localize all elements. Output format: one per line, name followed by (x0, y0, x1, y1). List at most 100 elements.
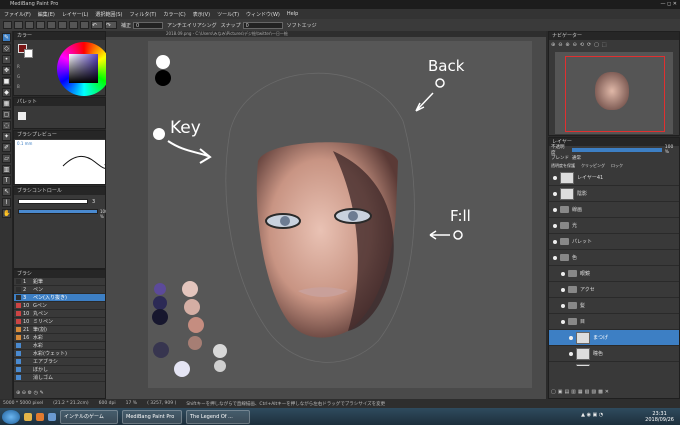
menu-help[interactable]: Help (287, 11, 298, 17)
eye-icon[interactable] (561, 303, 565, 308)
grid-button[interactable] (58, 21, 67, 29)
eye-icon[interactable] (561, 319, 565, 324)
gradient-tool-icon[interactable]: ▦ (2, 99, 11, 108)
eye-icon[interactable] (569, 335, 573, 340)
brush-list-item[interactable]: 3 ペン(入り抜き) (14, 294, 105, 302)
share-button[interactable] (47, 21, 56, 29)
move-tool-icon[interactable]: ✥ (2, 66, 11, 75)
redo-button[interactable]: ↷ (105, 21, 117, 29)
snap-select[interactable]: 0 (242, 21, 283, 29)
bucket-tool-icon[interactable]: ◆ (2, 88, 11, 97)
new-file-button[interactable] (3, 21, 12, 29)
files-icon[interactable] (48, 412, 56, 421)
layer-row[interactable]: 瞳色 (549, 346, 679, 362)
brush-list-item[interactable]: ぼかし (14, 366, 105, 374)
brush-list-item[interactable]: 水彩(ウェット) (14, 350, 105, 358)
layer-row[interactable]: アクセ (549, 282, 679, 298)
window-controls[interactable]: — ◻ ✕ (660, 1, 677, 7)
brush-list-item[interactable]: エアブラシ (14, 358, 105, 366)
select-pen-tool-icon[interactable]: ✐ (2, 143, 11, 152)
menu-tool[interactable]: ツール(T) (217, 11, 239, 18)
brush-list-item[interactable]: 10 丸ペン (14, 310, 105, 318)
palette-swatch[interactable] (18, 112, 26, 120)
fill-rect-tool-icon[interactable]: ■ (2, 77, 11, 86)
menu-filter[interactable]: フィルタ(T) (129, 11, 156, 18)
navigator-toolbar[interactable]: ⊕⊖⊕⊖⟲⟳▢⬚ (551, 42, 676, 50)
taskbar-item-medibang[interactable]: MediBang Paint Pro (122, 409, 182, 424)
brush-size-slider[interactable] (18, 199, 88, 204)
color-square[interactable] (69, 54, 98, 83)
drawing-canvas[interactable]: Key Back F:ll (148, 41, 532, 388)
clock[interactable]: 23:31 2018/09/26 (645, 411, 674, 423)
layer-row[interactable]: 黒色 (549, 362, 679, 366)
divide-tool-icon[interactable]: ▥ (2, 165, 11, 174)
layer-row[interactable]: パレット (549, 234, 679, 250)
brush-list-item[interactable]: 1 鉛筆 (14, 278, 105, 286)
layer-row[interactable]: 髪 (549, 298, 679, 314)
softedge-checkbox[interactable]: ソフトエッジ (287, 22, 317, 29)
layer-row[interactable]: 光 (549, 218, 679, 234)
lock-checkbox[interactable]: ロック (611, 163, 623, 169)
lasso-tool-icon[interactable]: ◌ (2, 121, 11, 130)
save-button[interactable] (25, 21, 34, 29)
layer-row[interactable]: 色 (549, 250, 679, 266)
tray-icons[interactable]: ▲ ◉ ▣ ◔ (581, 412, 641, 422)
eye-icon[interactable] (553, 223, 557, 228)
eye-icon[interactable] (553, 175, 557, 180)
open-button[interactable] (14, 21, 23, 29)
snap-off-button[interactable] (69, 21, 78, 29)
eye-icon[interactable] (561, 287, 565, 292)
taskbar-item-intel[interactable]: インテルのゲーム (60, 409, 118, 424)
brush-list-item[interactable]: 21 筆(割) (14, 326, 105, 334)
eye-icon[interactable] (553, 191, 557, 196)
menu-color[interactable]: カラー(C) (163, 11, 185, 18)
brush-list-item[interactable]: 10 ミリペン (14, 318, 105, 326)
eyedropper-tool-icon[interactable]: ⌇ (2, 198, 11, 207)
magic-wand-tool-icon[interactable]: ✦ (2, 132, 11, 141)
media-player-icon[interactable] (36, 412, 44, 421)
rgb-sliders[interactable]: RGB (17, 62, 39, 92)
taskbar-item-legend[interactable]: The Legend Of ... (186, 409, 250, 424)
select-eraser-tool-icon[interactable]: ▱ (2, 154, 11, 163)
menu-view[interactable]: 表示(V) (193, 11, 210, 18)
eye-icon[interactable] (553, 207, 557, 212)
select-tool-icon[interactable]: ▢ (2, 110, 11, 119)
undo-button[interactable]: ↶ (91, 21, 103, 29)
background-swatch[interactable] (24, 49, 33, 58)
layer-blend-select[interactable]: 通常 (572, 155, 581, 161)
menu-file[interactable]: ファイル(F) (4, 11, 31, 18)
clipping-checkbox[interactable]: クリッピング (581, 163, 605, 169)
start-button[interactable] (2, 409, 20, 424)
snap-button[interactable] (80, 21, 89, 29)
explorer-icon[interactable] (24, 412, 32, 421)
layer-row[interactable]: 陰影 (549, 186, 679, 202)
brush-tool-icon[interactable]: ✎ (2, 33, 11, 42)
brush-opacity-slider[interactable] (18, 209, 98, 214)
brush-list-item[interactable]: 2 ペン (14, 286, 105, 294)
brush-add-button[interactable]: ⊕ ⊖ ⚙ ◷ ✎ (16, 390, 100, 398)
protect-alpha-checkbox[interactable]: 透明度を保護 (551, 163, 575, 169)
brush-list-item[interactable]: 消しゴム (14, 374, 105, 382)
menu-select[interactable]: 選択範囲(S) (95, 11, 122, 18)
antialias-checkbox[interactable]: アンチエイリアシング (167, 22, 217, 29)
layer-row[interactable]: レイヤー41 (549, 170, 679, 186)
operation-tool-icon[interactable]: ↖ (2, 187, 11, 196)
dot-tool-icon[interactable]: • (2, 55, 11, 64)
navigator-preview[interactable] (555, 52, 673, 134)
text-tool-icon[interactable]: T (2, 176, 11, 185)
layer-opacity-slider[interactable] (571, 148, 662, 152)
layer-row[interactable]: 眼鏡 (549, 266, 679, 282)
menu-window[interactable]: ウィンドウ(W) (246, 11, 280, 18)
cloud-button[interactable] (36, 21, 45, 29)
menu-edit[interactable]: 編集(E) (38, 11, 55, 18)
eye-icon[interactable] (553, 255, 557, 260)
brush-list-item[interactable]: 16 水彩 (14, 334, 105, 342)
eraser-tool-icon[interactable]: ◇ (2, 44, 11, 53)
layer-row[interactable]: 目 (549, 314, 679, 330)
correction-select[interactable]: 0 (133, 21, 164, 29)
eye-icon[interactable] (561, 271, 565, 276)
brush-list-item[interactable]: 10 Gペン (14, 302, 105, 310)
layer-row[interactable]: 線画 (549, 202, 679, 218)
brush-list-item[interactable]: 水彩 (14, 342, 105, 350)
eye-icon[interactable] (553, 239, 557, 244)
